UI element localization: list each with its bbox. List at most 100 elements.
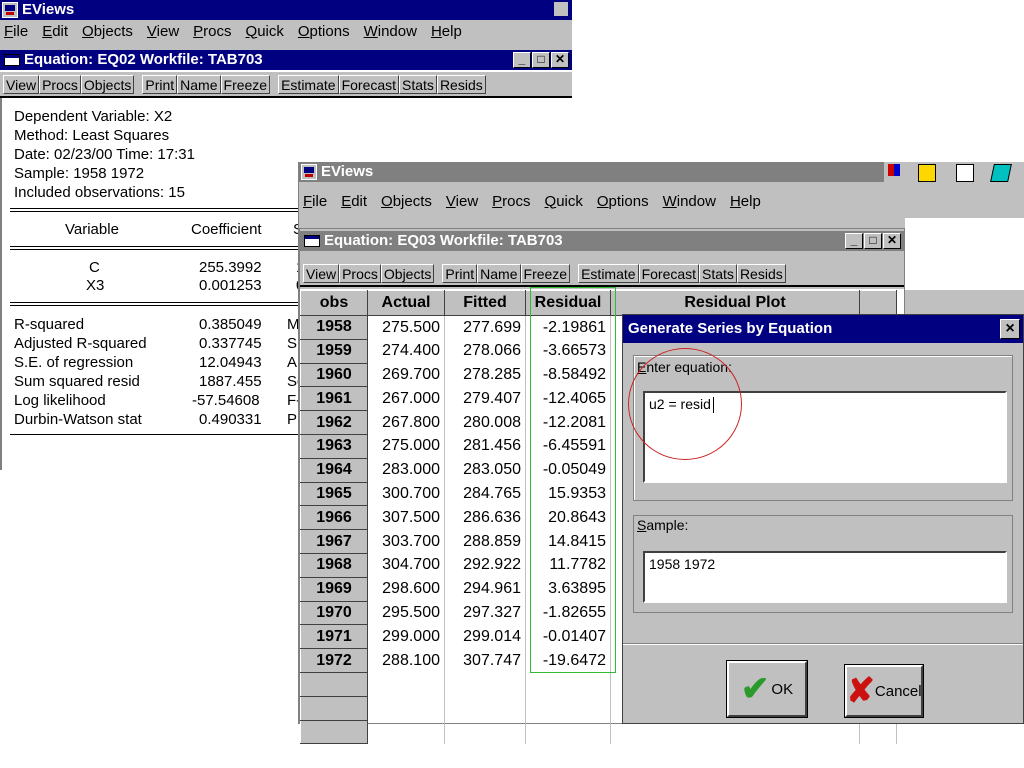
- obs-cell: 1964: [300, 457, 368, 483]
- view-button[interactable]: View: [303, 263, 340, 283]
- fitted-cell: 286.636: [444, 505, 526, 530]
- col-coefficient-header: Coefficient: [191, 221, 262, 238]
- sample: Sample: 1958 1972: [14, 165, 145, 182]
- menu-edit[interactable]: Edit: [341, 193, 367, 210]
- menu-quick[interactable]: Quick: [545, 193, 583, 210]
- eq03-title: Equation: EQ03 Workfile: TAB703: [324, 232, 563, 249]
- col-actual-header[interactable]: Actual: [367, 290, 445, 316]
- eq03-titlebar[interactable]: Equation: EQ03 Workfile: TAB703 _ □ ✕: [300, 231, 904, 251]
- back-app-titlebar[interactable]: EViews: [0, 0, 572, 20]
- resids-button[interactable]: Resids: [736, 263, 786, 283]
- name-button[interactable]: Name: [477, 263, 521, 283]
- annotation-circle: [628, 348, 742, 460]
- menu-procs[interactable]: Procs: [193, 23, 231, 40]
- procs-button[interactable]: Procs: [39, 74, 81, 94]
- actual-cell: 267.000: [367, 386, 445, 411]
- stat-label: Log likelihood: [14, 392, 106, 409]
- app-control-icon[interactable]: [554, 2, 568, 16]
- document-icon[interactable]: [956, 164, 974, 182]
- stat-value: 12.04943: [199, 354, 262, 371]
- objects-button[interactable]: Objects: [80, 74, 135, 94]
- menu-options[interactable]: Options: [597, 193, 649, 210]
- divider: [10, 302, 310, 306]
- freeze-button[interactable]: Freeze: [220, 74, 271, 94]
- equation-window-icon: [304, 235, 320, 247]
- fitted-cell: 284.765: [444, 482, 526, 506]
- minimize-button[interactable]: _: [845, 233, 863, 249]
- menu-file[interactable]: File: [4, 23, 28, 40]
- actual-cell: 295.500: [367, 601, 445, 625]
- cancel-button[interactable]: ✘ Cancel: [844, 664, 924, 718]
- var-name: X3: [86, 277, 105, 294]
- col-fitted-header[interactable]: Fitted: [444, 290, 526, 316]
- estimate-button[interactable]: Estimate: [578, 263, 639, 283]
- stat-value: 1887.455: [199, 373, 262, 390]
- actual-cell: 275.500: [367, 315, 445, 340]
- fitted-cell: 292.922: [444, 553, 526, 578]
- dialog-titlebar[interactable]: Generate Series by Equation ×: [623, 315, 1023, 343]
- divider: [10, 434, 310, 435]
- menu-window[interactable]: Window: [663, 193, 716, 210]
- menu-objects[interactable]: Objects: [82, 23, 133, 40]
- fitted-cell: 307.747: [444, 648, 526, 673]
- stat-label: Adjusted R-squared: [14, 335, 147, 352]
- menu-edit[interactable]: Edit: [42, 23, 68, 40]
- stat-label: Durbin-Watson stat: [14, 411, 142, 428]
- menu-quick[interactable]: Quick: [246, 23, 284, 40]
- view-button[interactable]: View: [3, 74, 40, 94]
- estimate-button[interactable]: Estimate: [278, 74, 339, 94]
- menu-view[interactable]: View: [147, 23, 179, 40]
- print-button[interactable]: Print: [142, 74, 178, 94]
- close-button[interactable]: ✕: [551, 52, 569, 68]
- colors-icon[interactable]: [888, 164, 900, 176]
- obs-cell: 1968: [300, 552, 368, 578]
- fitted-cell: 277.699: [444, 315, 526, 340]
- obs-cell: 1966: [300, 505, 368, 531]
- actual-cell: 298.600: [367, 577, 445, 602]
- stat-value: 0.490331: [199, 411, 262, 428]
- fitted-cell: 279.407: [444, 386, 526, 411]
- col-residual-plot-header[interactable]: Residual Plot: [610, 290, 860, 316]
- obs-cell: 1971: [300, 624, 368, 650]
- menu-file[interactable]: File: [303, 193, 327, 210]
- calculator-icon[interactable]: [918, 164, 936, 182]
- menu-options[interactable]: Options: [298, 23, 350, 40]
- menu-help[interactable]: Help: [730, 193, 761, 210]
- print-button[interactable]: Print: [442, 263, 478, 283]
- stats-button[interactable]: Stats: [399, 74, 437, 94]
- menu-help[interactable]: Help: [431, 23, 462, 40]
- objects-button[interactable]: Objects: [380, 263, 435, 283]
- dialog-close-button[interactable]: ×: [1000, 319, 1020, 339]
- obs-cell: 1963: [300, 433, 368, 459]
- front-app-toolbar-icons: [884, 162, 1024, 186]
- maximize-button[interactable]: □: [864, 233, 882, 249]
- actual-cell: 300.700: [367, 482, 445, 506]
- menu-procs[interactable]: Procs: [492, 193, 530, 210]
- freeze-button[interactable]: Freeze: [520, 263, 571, 283]
- menu-view[interactable]: View: [446, 193, 478, 210]
- cancel-x-icon: ✘: [846, 672, 875, 710]
- menu-objects[interactable]: Objects: [381, 193, 432, 210]
- resids-button[interactable]: Resids: [436, 74, 486, 94]
- front-app-title: EViews: [321, 163, 374, 180]
- name-button[interactable]: Name: [177, 74, 221, 94]
- eviews-logo-icon: [2, 2, 18, 18]
- minimize-button[interactable]: _: [513, 52, 531, 68]
- actual-cell: 304.700: [367, 553, 445, 578]
- stat-label: S.E. of regression: [14, 354, 134, 371]
- menu-window[interactable]: Window: [364, 23, 417, 40]
- ok-button[interactable]: ✔ OK: [726, 660, 808, 718]
- date-time: Date: 02/23/00 Time: 17:31: [14, 146, 195, 163]
- close-button[interactable]: ✕: [883, 233, 901, 249]
- sample-input[interactable]: 1958 1972: [643, 551, 1007, 603]
- forecast-button[interactable]: Forecast: [638, 263, 700, 283]
- stats-button[interactable]: Stats: [699, 263, 737, 283]
- fitted-cell: 278.285: [444, 363, 526, 387]
- forecast-button[interactable]: Forecast: [338, 74, 400, 94]
- procs-button[interactable]: Procs: [339, 263, 381, 283]
- col-obs-header[interactable]: obs: [300, 290, 368, 316]
- maximize-button[interactable]: □: [532, 52, 550, 68]
- eq02-titlebar[interactable]: Equation: EQ02 Workfile: TAB703 _ □ ✕: [0, 50, 572, 70]
- back-gap: [0, 42, 572, 50]
- help-book-icon[interactable]: [990, 164, 1012, 182]
